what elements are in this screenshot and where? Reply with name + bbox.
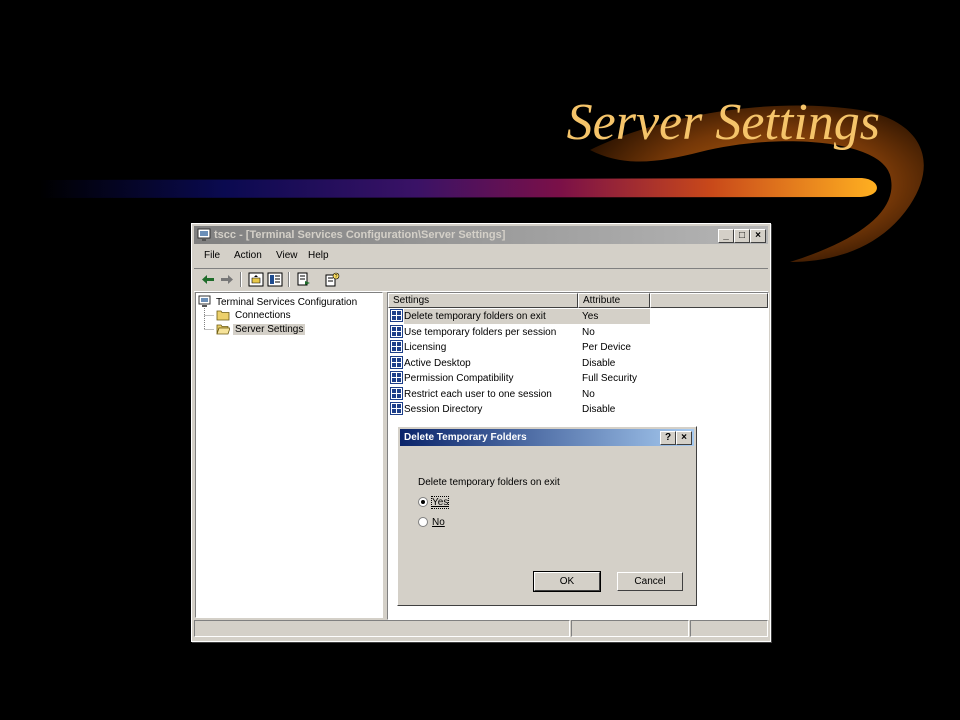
dialog-prompt: Delete temporary folders on exit xyxy=(418,477,560,488)
attribute-cell: No xyxy=(582,388,595,400)
attribute-cell: Per Device xyxy=(582,342,631,353)
delete-temporary-folders-dialog: Delete Temporary Folders ? × Delete temp… xyxy=(397,426,697,606)
properties-help-icon[interactable]: ? xyxy=(324,272,340,287)
window-titlebar[interactable]: tscc - [Terminal Services Configuration\… xyxy=(194,226,768,244)
setting-label: Session Directory xyxy=(404,404,483,415)
attribute-cell: Disable xyxy=(582,404,616,415)
menu-help[interactable]: Help xyxy=(308,250,329,261)
toolbar-separator xyxy=(288,272,290,287)
app-icon xyxy=(197,228,211,242)
tree-item-server-settings[interactable]: Server Settings xyxy=(216,323,306,340)
window-title: tscc - [Terminal Services Configuration\… xyxy=(214,229,506,241)
cancel-button[interactable]: Cancel xyxy=(617,572,683,591)
radio-label: No xyxy=(432,517,445,528)
table-row[interactable]: Licensing Per Device xyxy=(388,340,768,355)
minimize-button[interactable]: _ xyxy=(718,229,734,243)
menu-bar: File Action View Help xyxy=(194,247,768,265)
tree-item-label: Server Settings xyxy=(233,324,306,335)
radio-yes[interactable]: Yes xyxy=(418,496,450,510)
radio-label: Yes xyxy=(430,496,450,509)
status-panel xyxy=(571,620,689,637)
up-folder-icon[interactable] xyxy=(248,272,264,287)
tree-item-label: Connections xyxy=(235,310,291,321)
close-button[interactable]: × xyxy=(750,229,766,243)
ok-button[interactable]: OK xyxy=(533,571,601,592)
radio-dot xyxy=(421,500,425,504)
menu-file[interactable]: File xyxy=(204,250,220,261)
radio-circle xyxy=(418,517,428,527)
table-row[interactable]: Session Directory Disable xyxy=(388,402,768,417)
setting-label: Restrict each user to one session xyxy=(404,388,552,400)
attribute-cell: Yes xyxy=(582,311,599,322)
attribute-cell: No xyxy=(582,326,595,338)
column-header-settings[interactable]: Settings xyxy=(388,293,578,308)
attribute-cell: Disable xyxy=(582,357,616,369)
export-list-icon[interactable] xyxy=(296,272,312,287)
tree-connector-lines xyxy=(204,308,214,330)
setting-label: Licensing xyxy=(404,342,447,353)
radio-circle xyxy=(418,497,428,507)
setting-label: Active Desktop xyxy=(404,357,471,369)
show-tree-icon[interactable] xyxy=(267,272,283,287)
toolbar-separator xyxy=(240,272,242,287)
svg-text:?: ? xyxy=(335,274,338,280)
table-row[interactable]: Restrict each user to one session No xyxy=(388,386,768,402)
dialog-close-button[interactable]: × xyxy=(676,431,692,445)
toolbar: ? xyxy=(194,268,768,292)
radio-no[interactable]: No xyxy=(418,516,445,530)
tree-root[interactable]: Terminal Services Configuration xyxy=(198,295,359,309)
setting-label: Delete temporary folders on exit xyxy=(404,311,546,322)
open-folder-icon xyxy=(216,323,231,340)
menu-action[interactable]: Action xyxy=(234,250,262,261)
table-row[interactable]: Use temporary folders per session No xyxy=(388,324,768,340)
console-tree: Terminal Services Configuration Connecti… xyxy=(195,292,383,618)
setting-cell: Session Directory xyxy=(390,402,482,420)
setting-label: Use temporary folders per session xyxy=(404,326,557,338)
column-header-attribute[interactable]: Attribute xyxy=(578,293,650,308)
table-row[interactable]: Active Desktop Disable xyxy=(388,355,768,371)
status-bar xyxy=(194,619,768,637)
tree-root-label: Terminal Services Configuration xyxy=(216,297,358,308)
forward-arrow-icon[interactable] xyxy=(219,272,235,287)
back-arrow-icon[interactable] xyxy=(200,272,216,287)
column-header-empty xyxy=(650,293,768,308)
slide-title: Server Settings xyxy=(566,94,880,151)
status-panel xyxy=(690,620,768,637)
setting-label: Permission Compatibility xyxy=(404,373,514,384)
menu-view[interactable]: View xyxy=(276,250,298,261)
help-button[interactable]: ? xyxy=(660,431,676,445)
dialog-title: Delete Temporary Folders xyxy=(404,432,527,443)
status-panel xyxy=(194,620,570,637)
table-row[interactable]: Permission Compatibility Full Security xyxy=(388,371,768,386)
tree-item-connections[interactable]: Connections xyxy=(216,309,293,323)
pane-splitter[interactable] xyxy=(383,292,386,618)
dialog-titlebar[interactable]: Delete Temporary Folders ? × xyxy=(400,429,694,446)
table-row[interactable]: Delete temporary folders on exit Yes xyxy=(388,309,768,324)
maximize-button[interactable]: □ xyxy=(734,229,750,243)
setting-icon xyxy=(390,402,403,420)
attribute-cell: Full Security xyxy=(582,373,638,384)
